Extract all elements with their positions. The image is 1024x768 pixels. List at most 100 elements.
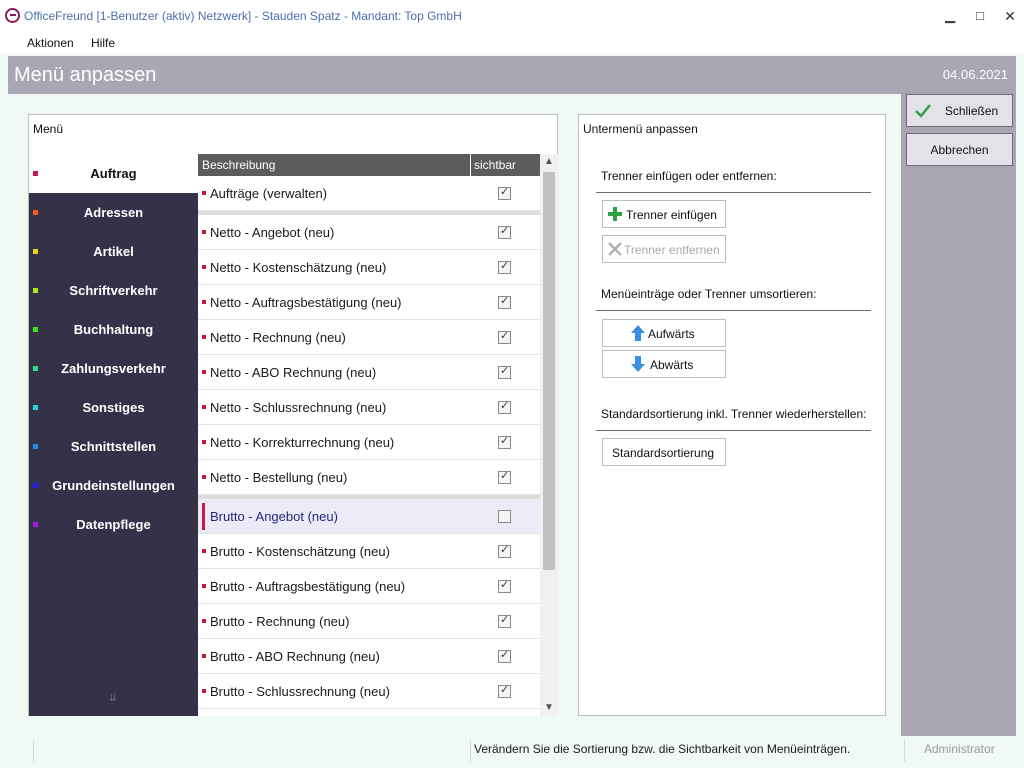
table-row[interactable]: Netto - Korrekturrechnung (neu) [198, 425, 540, 460]
row-bullet [202, 549, 206, 553]
table-row[interactable]: Brutto - ABO Rechnung (neu) [198, 639, 540, 674]
visible-checkbox[interactable] [498, 613, 511, 628]
remove-separator-button[interactable]: Trenner entfernen [602, 235, 726, 263]
sidebar-item-label: Datenpflege [76, 517, 151, 532]
sidebar-item-grundeinstellungen[interactable]: Grundeinstellungen [29, 466, 198, 505]
table-row[interactable]: Aufträge (verwalten) [198, 176, 540, 211]
maximize-icon[interactable]: □ [965, 4, 995, 28]
table-row[interactable]: Netto - Auftragsbestätigung (neu) [198, 285, 540, 320]
column-header-visible[interactable]: sichtbar [474, 158, 516, 172]
menu-hilfe[interactable]: Hilfe [91, 36, 115, 50]
header-date: 04.06.2021 [942, 67, 1008, 82]
table-row[interactable]: Brutto - Schlussrechnung (neu) [198, 674, 540, 709]
row-label: Brutto - Rechnung (neu) [210, 614, 350, 629]
category-color-dot [33, 249, 38, 254]
status-bar: Verändern Sie die Sortierung bzw. die Si… [0, 736, 1024, 768]
page-title: Menü anpassen [14, 64, 157, 86]
visible-checkbox[interactable] [498, 185, 511, 200]
move-up-button[interactable]: Aufwärts [602, 319, 726, 347]
row-label: Brutto - Kostenschätzung (neu) [210, 544, 390, 559]
section-divider [596, 430, 871, 431]
app-window: OfficeFreund [1-Benutzer (aktiv) Netzwer… [0, 0, 1024, 768]
reset-sort-label: Standardsortierung [612, 446, 715, 460]
menu-table: Beschreibung sichtbar Aufträge (verwalte… [198, 154, 540, 716]
visible-checkbox[interactable] [498, 399, 511, 414]
page-header: Menü anpassen 04.06.2021 [8, 56, 1016, 94]
scroll-down-icon[interactable]: ▼ [540, 700, 558, 716]
visible-checkbox[interactable] [498, 259, 511, 274]
table-row[interactable]: Netto - Schlussrechnung (neu) [198, 390, 540, 425]
visible-checkbox[interactable] [498, 224, 511, 239]
row-bullet [202, 265, 206, 269]
vertical-scrollbar[interactable]: ▲ ▼ [540, 154, 558, 716]
visible-checkbox[interactable] [498, 648, 511, 663]
row-bullet [202, 619, 206, 623]
table-row[interactable]: Brutto - Rechnung (neu) [198, 604, 540, 639]
visible-checkbox[interactable] [498, 434, 511, 449]
scroll-up-icon[interactable]: ▲ [540, 154, 558, 170]
table-row[interactable]: Netto - ABO Rechnung (neu) [198, 355, 540, 390]
arrow-up-icon [631, 325, 645, 341]
category-color-dot [33, 210, 38, 215]
visible-checkbox[interactable] [498, 469, 511, 484]
row-label: Netto - ABO Rechnung (neu) [210, 365, 377, 380]
visible-checkbox[interactable] [498, 578, 511, 593]
scroll-thumb[interactable] [543, 172, 555, 570]
table-row[interactable]: Brutto - Angebot (neu) [198, 499, 540, 534]
status-message: Verändern Sie die Sortierung bzw. die Si… [474, 742, 851, 756]
minimize-icon[interactable]: ▁ [935, 4, 965, 28]
visible-checkbox[interactable] [498, 294, 511, 309]
status-divider [33, 740, 34, 762]
close-button[interactable]: Schließen [906, 94, 1013, 127]
row-label: Aufträge (verwalten) [210, 186, 328, 201]
visible-checkbox[interactable] [498, 543, 511, 558]
table-row[interactable]: Netto - Rechnung (neu) [198, 320, 540, 355]
insert-separator-button[interactable]: Trenner einfügen [602, 200, 726, 228]
category-color-dot [33, 483, 38, 488]
cancel-button-label: Abbrechen [930, 143, 989, 157]
sidebar-item-sonstiges[interactable]: Sonstiges [29, 388, 198, 427]
expand-more-icon[interactable]: ⇊ [109, 693, 117, 704]
visible-checkbox[interactable] [498, 364, 511, 379]
visible-checkbox[interactable] [498, 329, 511, 344]
menu-sidebar: Datenpflege Grundeinstellungen Schnittstel… [29, 154, 198, 716]
table-row[interactable]: Brutto - Kostenschätzung (neu) [198, 534, 540, 569]
row-label: Brutto - Angebot (neu) [210, 509, 338, 524]
table-row[interactable]: Brutto - Auftragsbestätigung (neu) [198, 569, 540, 604]
table-row[interactable]: Netto - Kostenschätzung (neu) [198, 250, 540, 285]
row-bullet [202, 230, 206, 234]
visible-checkbox[interactable] [498, 510, 511, 523]
table-row[interactable] [198, 709, 540, 716]
move-down-button[interactable]: Abwärts [602, 350, 726, 378]
reset-section-label: Standardsortierung inkl. Trenner wiederh… [601, 407, 867, 421]
sidebar-item-datenpflege[interactable]: Datenpflege [29, 505, 198, 544]
visible-checkbox[interactable] [498, 683, 511, 698]
table-rows: Aufträge (verwalten) Netto - Angebot (neu… [198, 176, 540, 716]
sidebar-item-buchhaltung[interactable]: Buchhaltung [29, 310, 198, 349]
sidebar-item-schriftverkehr[interactable]: Schriftverkehr [29, 271, 198, 310]
menu-aktionen[interactable]: Aktionen [27, 36, 74, 50]
sidebar-item-zahlungsverkehr[interactable]: Zahlungsverkehr [29, 349, 198, 388]
plus-icon [608, 207, 622, 221]
sidebar-item-auftrag[interactable]: Auftrag [29, 154, 198, 193]
cancel-button[interactable]: Abbrechen [906, 133, 1013, 166]
row-label: Netto - Kostenschätzung (neu) [210, 260, 387, 275]
title-bar: OfficeFreund [1-Benutzer (aktiv) Netzwer… [0, 0, 1024, 32]
category-color-dot [33, 171, 38, 176]
sidebar-item-artikel[interactable]: Artikel [29, 232, 198, 271]
sidebar-item-schnittstellen[interactable]: Schnittstellen [29, 427, 198, 466]
close-icon[interactable]: ✕ [995, 4, 1024, 28]
row-bullet [202, 440, 206, 444]
column-header-description[interactable]: Beschreibung [202, 158, 275, 172]
table-row[interactable]: Netto - Bestellung (neu) [198, 460, 540, 495]
category-color-dot [33, 327, 38, 332]
sidebar-item-adressen[interactable]: Adressen [29, 193, 198, 232]
row-label: Netto - Auftragsbestätigung (neu) [210, 295, 402, 310]
category-color-dot [33, 366, 38, 371]
table-row[interactable]: Netto - Angebot (neu) [198, 215, 540, 250]
column-divider [470, 154, 471, 176]
sidebar-item-label: Schriftverkehr [69, 283, 158, 298]
sidebar-item-label: Sonstiges [82, 400, 145, 415]
sidebar-item-label: Artikel [93, 244, 134, 259]
reset-sort-button[interactable]: Standardsortierung [602, 438, 726, 466]
